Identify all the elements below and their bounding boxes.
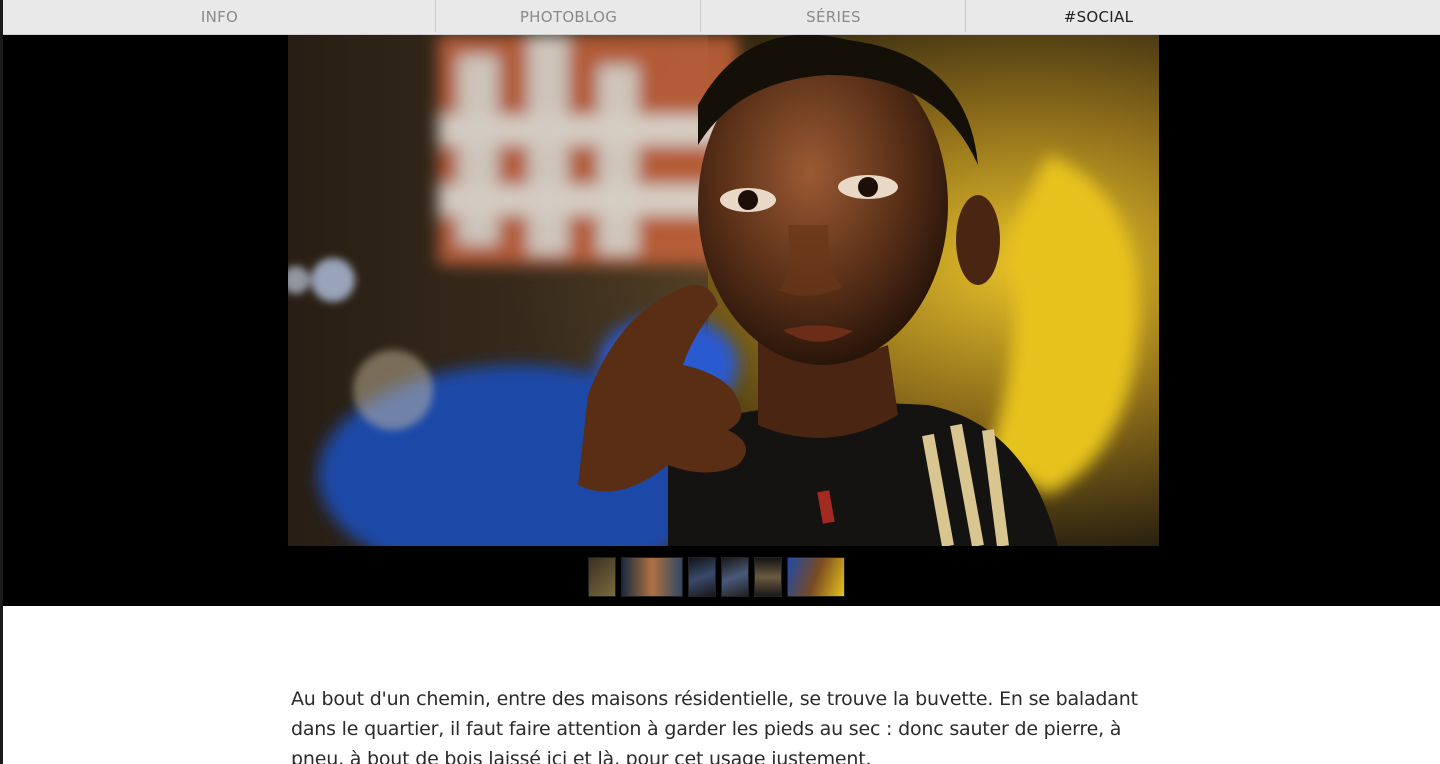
thumbnail-5[interactable] <box>754 557 782 597</box>
nav-item-photoblog[interactable]: PHOTOBLOG <box>436 0 701 34</box>
nav-item-social[interactable]: #SOCIAL <box>966 0 1231 34</box>
article-paragraph: Au bout d'un chemin, entre des maisons r… <box>291 688 1138 764</box>
window-edge <box>0 0 3 764</box>
main-photo[interactable] <box>288 35 1159 546</box>
portrait-image <box>288 35 1159 546</box>
thumbnail-1[interactable] <box>588 557 616 597</box>
thumbnail-6[interactable] <box>787 557 845 597</box>
nav-item-info[interactable]: INFO <box>3 0 436 34</box>
thumbnail-strip <box>588 557 845 597</box>
thumbnail-4[interactable] <box>721 557 749 597</box>
nav-item-series[interactable]: SÉRIES <box>701 0 966 34</box>
photo-gallery <box>3 35 1440 606</box>
article-text: Au bout d'un chemin, entre des maisons r… <box>291 684 1161 764</box>
top-navigation: INFO PHOTOBLOG SÉRIES #SOCIAL <box>3 0 1440 35</box>
thumbnail-3[interactable] <box>688 557 716 597</box>
thumbnail-2[interactable] <box>621 557 683 597</box>
page: INFO PHOTOBLOG SÉRIES #SOCIAL Au bout d'… <box>0 0 1440 764</box>
